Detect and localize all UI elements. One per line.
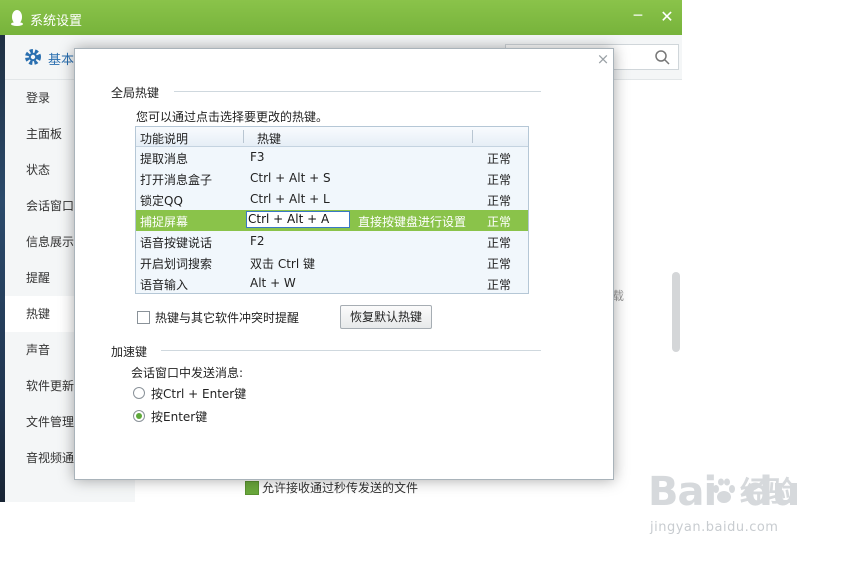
watermark-brand-part1: Bai xyxy=(648,469,717,515)
column-divider xyxy=(243,130,244,143)
function-cell: 语音输入 xyxy=(140,278,189,292)
send-ctrl-enter-label: 按Ctrl + Enter键 xyxy=(151,387,247,401)
hotkey-cell: Ctrl + Alt + S xyxy=(250,171,331,185)
status-cell: 正常 xyxy=(487,278,512,292)
status-cell: 正常 xyxy=(487,236,512,250)
conflict-alert-checkbox[interactable] xyxy=(137,311,150,324)
function-cell: 开启划词搜索 xyxy=(140,257,213,271)
column-divider xyxy=(472,130,473,143)
title-bar[interactable]: 系统设置 ─ ✕ xyxy=(0,0,682,35)
table-row[interactable]: 提取消息 F3 正常 xyxy=(136,147,528,168)
function-cell: 语音按键说话 xyxy=(140,236,213,250)
hotkey-hint: 直接按键盘进行设置 xyxy=(358,215,467,229)
function-cell: 提取消息 xyxy=(140,152,189,166)
table-row-selected[interactable]: 捕捉屏幕 Ctrl + Alt + A 直接按键盘进行设置 正常 xyxy=(136,210,528,231)
restore-default-hotkeys-button[interactable]: 恢复默认热键 xyxy=(340,305,432,329)
watermark-url: jingyan.baidu.com xyxy=(650,520,779,535)
scrollbar-thumb[interactable] xyxy=(672,272,680,352)
column-header-function: 功能说明 xyxy=(140,132,189,146)
table-row[interactable]: 语音按键说话 F2 正常 xyxy=(136,231,528,252)
paw-icon xyxy=(713,478,735,503)
accept-instant-file-checkbox[interactable] xyxy=(245,481,259,495)
status-cell: 正常 xyxy=(487,257,512,271)
accelerator-keys-title: 加速键 xyxy=(111,345,148,359)
dialog-close-button[interactable]: × xyxy=(596,52,610,67)
status-cell: 正常 xyxy=(487,173,512,187)
table-row[interactable]: 开启划词搜索 双击 Ctrl 键 正常 xyxy=(136,252,528,273)
send-ctrl-enter-radio[interactable] xyxy=(133,387,145,399)
status-cell: 正常 xyxy=(487,152,512,166)
hotkey-dialog: × 全局热键 您可以通过点击选择要更改的热键。 功能说明 热键 提取消息 F3 … xyxy=(74,48,614,480)
search-icon[interactable] xyxy=(654,49,670,65)
section-divider xyxy=(161,350,541,351)
table-header: 功能说明 热键 xyxy=(136,127,528,147)
minimize-button[interactable]: ─ xyxy=(630,9,646,25)
close-window-button[interactable]: ✕ xyxy=(658,8,676,26)
function-cell: 锁定QQ xyxy=(140,194,183,208)
column-header-hotkey: 热键 xyxy=(257,132,282,146)
status-cell: 正常 xyxy=(487,194,512,208)
hotkey-description: 您可以通过点击选择要更改的热键。 xyxy=(136,110,329,124)
function-cell: 捕捉屏幕 xyxy=(140,215,189,229)
function-cell: 打开消息盒子 xyxy=(140,173,213,187)
hotkey-cell: F2 xyxy=(250,234,265,248)
hotkey-cell: Alt + W xyxy=(250,276,296,290)
window-title: 系统设置 xyxy=(30,14,83,29)
send-enter-label: 按Enter键 xyxy=(151,410,208,424)
send-enter-radio[interactable] xyxy=(133,410,145,422)
section-divider xyxy=(174,91,541,92)
send-message-label: 会话窗口中发送消息: xyxy=(131,366,244,380)
hotkey-cell: 双击 Ctrl 键 xyxy=(250,257,315,271)
status-cell: 正常 xyxy=(487,215,512,229)
hotkey-table: 功能说明 热键 提取消息 F3 正常 打开消息盒子 Ctrl + Alt + S… xyxy=(135,126,529,294)
hotkey-edit-field[interactable]: Ctrl + Alt + A xyxy=(246,211,350,228)
accept-instant-file-label: 允许接收通过秒传发送的文件 xyxy=(262,481,419,495)
tab-basic[interactable]: 基本 xyxy=(48,49,74,68)
table-row[interactable]: 语音输入 Alt + W 正常 xyxy=(136,273,528,294)
hotkey-cell: Ctrl + Alt + L xyxy=(250,192,330,206)
table-row[interactable]: 锁定QQ Ctrl + Alt + L 正常 xyxy=(136,189,528,210)
qq-penguin-icon xyxy=(11,10,23,26)
conflict-alert-label: 热键与其它软件冲突时提醒 xyxy=(155,311,300,325)
global-hotkeys-title: 全局热键 xyxy=(111,86,160,100)
table-row[interactable]: 打开消息盒子 Ctrl + Alt + S 正常 xyxy=(136,168,528,189)
gear-icon xyxy=(25,49,41,65)
hotkey-cell: F3 xyxy=(250,150,265,164)
watermark-jingyan-text: 经验 xyxy=(740,475,797,508)
